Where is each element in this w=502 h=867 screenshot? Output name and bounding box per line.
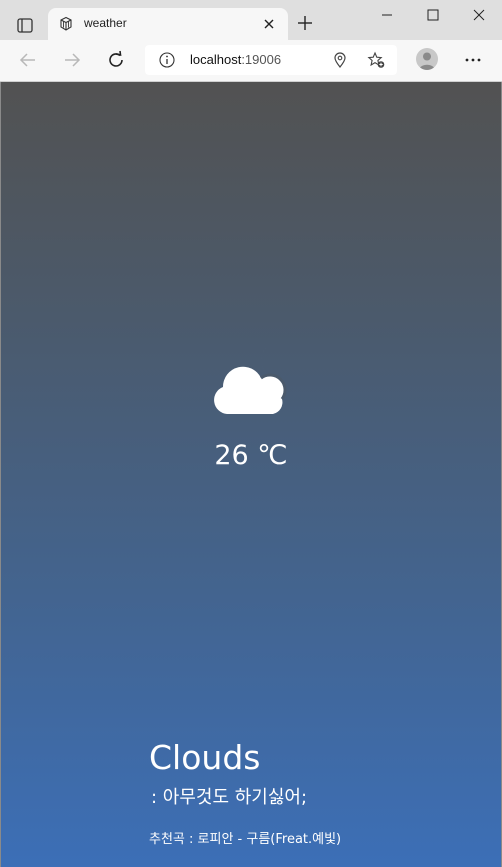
profile-avatar-icon[interactable]	[416, 48, 438, 70]
reload-icon[interactable]	[106, 50, 126, 70]
active-tab[interactable]: weather	[48, 8, 288, 40]
address-bar[interactable]: localhost:19006	[145, 45, 397, 75]
back-arrow-icon[interactable]	[18, 50, 38, 70]
cloud-moon-icon	[209, 344, 295, 416]
window-close-icon[interactable]	[456, 0, 502, 30]
weather-page: 26 ℃ Clouds : 아무것도 하기싫어; 추천곡 : 로피안 - 구름(…	[0, 82, 502, 867]
close-icon[interactable]	[260, 15, 278, 33]
mood-text: : 아무것도 하기싫어;	[151, 787, 308, 808]
url-port: :19006	[241, 52, 282, 67]
maximize-icon[interactable]	[410, 0, 456, 30]
forward-arrow-icon[interactable]	[62, 50, 82, 70]
tab-strip: weather	[0, 0, 502, 40]
add-favorite-star-icon[interactable]	[367, 51, 385, 69]
new-tab-icon[interactable]	[296, 14, 314, 32]
browser-window: weather localhost:19006 26 ℃ Clouds: 아무…	[0, 0, 502, 867]
temperature-text: 26 ℃	[214, 440, 288, 471]
info-icon[interactable]	[159, 52, 175, 68]
tab-actions-icon[interactable]	[12, 13, 38, 39]
url-text[interactable]: localhost:19006	[190, 52, 281, 67]
favicon-icon	[58, 16, 74, 32]
url-host: localhost	[190, 52, 242, 67]
minimize-icon[interactable]	[364, 0, 410, 30]
location-pin-icon[interactable]	[331, 51, 349, 69]
browser-toolbar: localhost:19006	[0, 40, 502, 82]
weather-condition: Clouds	[149, 738, 261, 777]
song-recommendation: 추천곡 : 로피안 - 구름(Freat.예빛)	[149, 832, 342, 847]
more-options-icon[interactable]	[462, 50, 484, 70]
tab-title: weather	[84, 16, 127, 30]
